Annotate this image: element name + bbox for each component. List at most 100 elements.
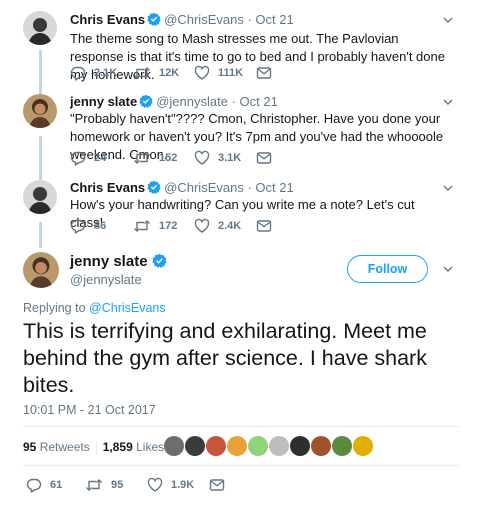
chevron-down-icon[interactable] <box>442 96 454 108</box>
like-icon <box>194 218 210 234</box>
divider <box>23 426 459 427</box>
like-count: 1.9K <box>171 479 195 491</box>
like-button[interactable]: 111K <box>194 65 243 81</box>
retweet-count: 95 <box>111 479 124 491</box>
like-button[interactable]: 3.1K <box>194 150 241 166</box>
avatar[interactable] <box>353 436 373 456</box>
retweet-button[interactable]: 172 <box>133 218 177 234</box>
message-icon <box>209 477 225 493</box>
tweet-date[interactable]: Oct 21 <box>255 12 293 27</box>
tweet-date[interactable]: Oct 21 <box>240 94 278 109</box>
tweet-date[interactable]: Oct 21 <box>255 180 293 195</box>
message-button[interactable] <box>256 150 280 166</box>
avatar[interactable] <box>290 436 310 456</box>
tweet-actions: 24 152 3.1K <box>70 150 290 168</box>
message-icon <box>256 150 272 166</box>
author-name[interactable]: jenny slate <box>70 253 170 271</box>
tweet-header: Chris Evans @ChrisEvans · Oct 21 <box>70 12 294 28</box>
follow-button[interactable]: Follow <box>347 255 428 283</box>
replying-to-link[interactable]: @ChrisEvans <box>89 301 166 315</box>
like-icon <box>147 477 163 493</box>
retweet-button[interactable]: 12K <box>133 65 179 81</box>
verified-badge-icon <box>152 253 167 268</box>
author-handle[interactable]: @jennyslate <box>156 94 228 109</box>
likes-count: 1,859 <box>102 440 133 454</box>
retweet-icon <box>133 218 151 234</box>
retweet-count: 12K <box>159 67 180 79</box>
avatar[interactable] <box>23 94 57 128</box>
reply-button[interactable]: 24 <box>70 150 106 166</box>
chevron-down-icon[interactable] <box>442 263 454 275</box>
reply-icon <box>26 477 42 493</box>
avatar[interactable] <box>164 436 184 456</box>
author-handle[interactable]: @ChrisEvans <box>164 180 244 195</box>
thread-tweet[interactable]: jenny slate @jennyslate · Oct 21 "Probabl… <box>0 94 480 178</box>
reply-count: 61 <box>50 479 63 491</box>
like-count: 111K <box>218 67 244 79</box>
likes-stat[interactable]: 1,859 Likes <box>103 440 164 454</box>
tweet-stats: 95 Retweets 1,859 Likes <box>23 440 164 455</box>
retweets-count: 95 <box>23 440 37 454</box>
avatar[interactable] <box>23 180 57 214</box>
author-name[interactable]: Chris Evans <box>70 180 145 195</box>
replying-to-label: Replying to <box>23 301 86 315</box>
thread-tweet[interactable]: Chris Evans @ChrisEvans · Oct 21 How's yo… <box>0 180 480 242</box>
message-icon <box>256 65 272 81</box>
retweet-icon <box>133 150 151 166</box>
author-name[interactable]: Chris Evans <box>70 12 145 27</box>
retweet-icon <box>85 477 103 493</box>
reply-count: 2.1K <box>94 67 118 79</box>
avatar[interactable] <box>332 436 352 456</box>
separator: · <box>247 12 252 27</box>
avatar[interactable] <box>227 436 247 456</box>
reply-button[interactable]: 86 <box>70 218 106 234</box>
avatar[interactable] <box>248 436 268 456</box>
thread-tweet[interactable]: Chris Evans @ChrisEvans · Oct 21 The them… <box>0 0 480 92</box>
message-button[interactable] <box>209 477 233 493</box>
tweet-header: jenny slate @jennyslate · Oct 21 <box>70 94 278 110</box>
likes-label: Likes <box>136 440 165 454</box>
verified-badge-icon <box>147 12 161 26</box>
avatar[interactable] <box>206 436 226 456</box>
replying-to: Replying to @ChrisEvans <box>23 301 166 315</box>
like-icon <box>194 150 210 166</box>
reply-button[interactable]: 61 <box>26 477 62 493</box>
retweet-button[interactable]: 95 <box>85 477 123 493</box>
divider <box>23 465 459 466</box>
retweets-label: Retweets <box>39 440 90 454</box>
reply-button[interactable]: 2.1K <box>70 65 117 81</box>
avatar[interactable] <box>23 252 59 288</box>
reply-icon <box>70 218 86 234</box>
like-button[interactable]: 2.4K <box>194 218 241 234</box>
separator: · <box>247 180 252 195</box>
author-name-text[interactable]: jenny slate <box>70 253 148 270</box>
retweet-button[interactable]: 152 <box>133 150 177 166</box>
author-name[interactable]: jenny slate <box>70 94 137 109</box>
author-handle[interactable]: @ChrisEvans <box>164 12 244 27</box>
tweet-actions: 86 172 2.4K <box>70 218 290 236</box>
tweet-actions: 61 95 1.9K <box>23 477 243 495</box>
reply-count: 24 <box>94 152 107 164</box>
tweet-timestamp[interactable]: 10:01 PM - 21 Oct 2017 <box>23 403 156 417</box>
reply-icon <box>70 150 86 166</box>
avatar[interactable] <box>185 436 205 456</box>
like-count: 3.1K <box>218 152 242 164</box>
message-button[interactable] <box>256 218 280 234</box>
reply-count: 86 <box>94 220 107 232</box>
chevron-down-icon[interactable] <box>442 182 454 194</box>
avatar[interactable] <box>311 436 331 456</box>
reply-icon <box>70 65 86 81</box>
divider <box>95 440 97 455</box>
message-icon <box>256 218 272 234</box>
verified-badge-icon <box>147 180 161 194</box>
message-button[interactable] <box>256 65 280 81</box>
retweet-icon <box>133 65 151 81</box>
retweets-stat[interactable]: 95 Retweets <box>23 440 90 454</box>
avatar[interactable] <box>23 11 57 45</box>
like-button[interactable]: 1.9K <box>147 477 194 493</box>
verified-badge-icon <box>139 94 153 108</box>
avatar[interactable] <box>269 436 289 456</box>
author-handle[interactable]: @jennyslate <box>70 272 142 287</box>
chevron-down-icon[interactable] <box>442 14 454 26</box>
like-icon <box>194 65 210 81</box>
